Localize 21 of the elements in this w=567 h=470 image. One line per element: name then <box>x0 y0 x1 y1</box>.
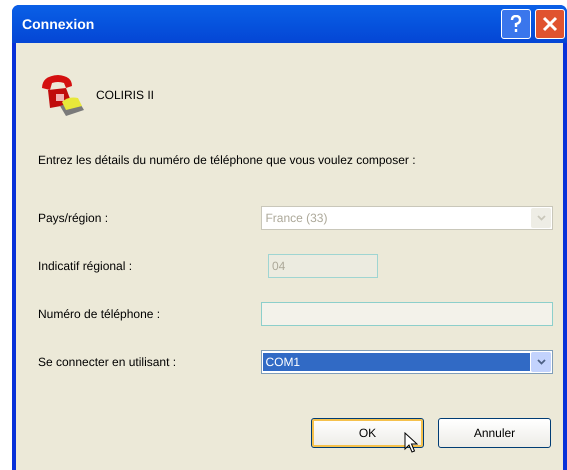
device-name: COLIRIS II <box>96 87 154 104</box>
field-label: Numéro de téléphone : <box>38 306 162 323</box>
mouse-pointer-icon <box>404 432 418 454</box>
dialog-button[interactable]: Annuler <box>438 418 551 448</box>
field-label: Se connecter en utilisant : <box>38 354 178 371</box>
dropdown-value: France (33) <box>264 210 328 227</box>
close-button[interactable] <box>535 9 565 39</box>
help-button[interactable] <box>501 9 531 39</box>
chevron-down-icon <box>536 215 546 221</box>
dialog-button[interactable]: OK <box>311 418 424 448</box>
dropdown-arrow-button[interactable] <box>531 352 551 372</box>
prompt-text: Entrez les détails du numéro de téléphone que vous voulez composer : <box>38 152 417 169</box>
text-field[interactable] <box>261 302 553 326</box>
field-label: Indicatif régional : <box>38 258 134 275</box>
field-label: Pays/région : <box>38 210 110 227</box>
window-title: Connexion <box>22 14 94 34</box>
dropdown-value: COM1 <box>263 353 530 371</box>
question-mark-icon <box>510 15 522 33</box>
chevron-down-icon <box>536 359 546 365</box>
close-icon <box>542 16 558 32</box>
dropdown-field[interactable]: COM1 <box>261 350 553 374</box>
